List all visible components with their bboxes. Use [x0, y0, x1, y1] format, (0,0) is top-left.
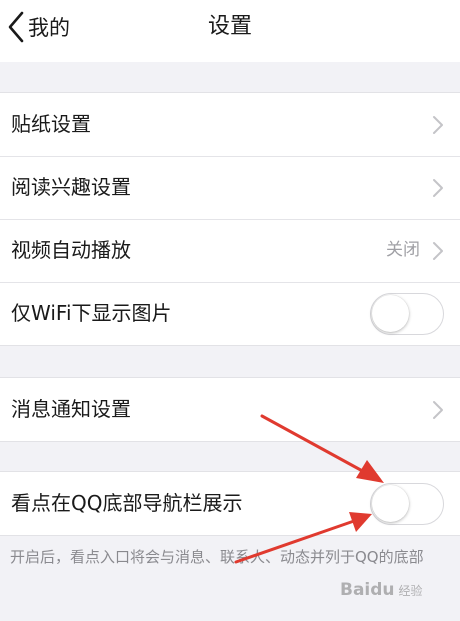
- video-autoplay-row[interactable]: 视频自动播放 关闭: [0, 219, 460, 282]
- footnote-text: 开启后，看点入口将会与消息、联系人、动态并列于QQ的底部: [10, 548, 424, 566]
- settings-group-notifications: 消息通知设置: [0, 377, 460, 442]
- page-title: 设置: [207, 14, 252, 39]
- watermark-text: Baidu: [340, 580, 395, 600]
- toggle-knob: [372, 485, 409, 522]
- settings-group-kandian: 看点在QQ底部导航栏展示: [0, 471, 460, 536]
- notification-settings-row[interactable]: 消息通知设置: [0, 378, 460, 441]
- chevron-right-icon: [433, 401, 443, 419]
- wifi-images-toggle[interactable]: [370, 293, 444, 335]
- navigation-bar: 我的 设置: [0, 0, 460, 62]
- row-label: 视频自动播放: [11, 238, 131, 262]
- chevron-right-icon: [433, 242, 443, 260]
- sticker-settings-row[interactable]: 贴纸设置: [0, 93, 460, 156]
- toggle-knob: [372, 295, 409, 332]
- settings-group-general: 贴纸设置 阅读兴趣设置 视频自动播放 关闭 仅WiFi下显示图片: [0, 92, 460, 346]
- row-label: 消息通知设置: [11, 397, 131, 421]
- kandian-nav-toggle[interactable]: [370, 483, 444, 525]
- kandian-nav-row: 看点在QQ底部导航栏展示: [0, 472, 460, 535]
- row-label: 贴纸设置: [11, 112, 91, 136]
- watermark-sub: 经验: [398, 583, 423, 598]
- watermark: Baidu 经验: [340, 580, 423, 600]
- chevron-right-icon: [433, 116, 443, 134]
- reading-interest-settings-row[interactable]: 阅读兴趣设置: [0, 156, 460, 219]
- row-label: 看点在QQ底部导航栏展示: [11, 491, 243, 515]
- row-label: 阅读兴趣设置: [11, 175, 131, 199]
- wifi-images-row: 仅WiFi下显示图片: [0, 282, 460, 345]
- row-label: 仅WiFi下显示图片: [11, 301, 172, 325]
- chevron-right-icon: [433, 179, 443, 197]
- autoplay-value: 关闭: [386, 240, 420, 260]
